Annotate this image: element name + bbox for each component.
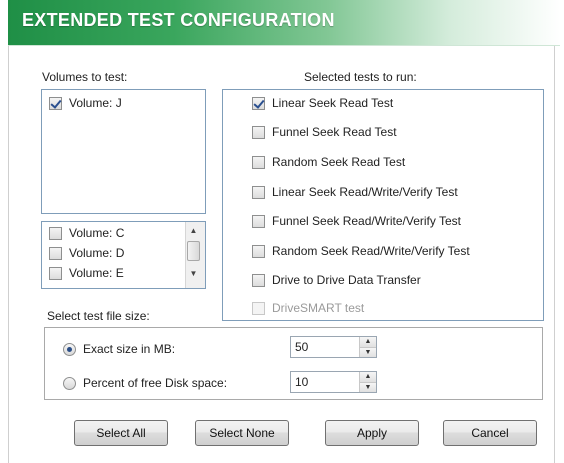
- test-checkbox[interactable]: [252, 214, 265, 228]
- volume-d-label: Volume: D: [69, 246, 125, 260]
- test-label: Random Seek Read Test: [272, 155, 406, 169]
- apply-button[interactable]: Apply: [325, 420, 419, 446]
- percent-value[interactable]: 10: [291, 372, 359, 392]
- exact-size-radio[interactable]: [63, 342, 76, 356]
- dialog-title: EXTENDED TEST CONFIGURATION: [22, 10, 335, 30]
- test-label: DriveSMART test: [272, 301, 365, 315]
- file-size-label: Select test file size:: [47, 309, 150, 323]
- tests-label: Selected tests to run:: [304, 70, 417, 84]
- available-volumes-list[interactable]: Volume: C Volume: D Volume: E ▲ ▼: [41, 221, 206, 289]
- volume-e-label: Volume: E: [69, 266, 124, 280]
- test-checkbox[interactable]: [252, 125, 265, 139]
- test-item[interactable]: Drive to Drive Data Transfer: [252, 273, 421, 287]
- volume-e-checkbox[interactable]: [49, 266, 62, 280]
- test-item[interactable]: Random Seek Read/Write/Verify Test: [252, 244, 470, 258]
- selected-volumes-list[interactable]: Volume: J: [41, 89, 206, 214]
- volume-d-checkbox[interactable]: [49, 246, 62, 260]
- test-item[interactable]: Linear Seek Read Test: [252, 96, 393, 110]
- test-label: Funnel Seek Read/Write/Verify Test: [272, 214, 461, 228]
- frame-right-border: [554, 46, 555, 463]
- test-checkbox-disabled: [252, 301, 265, 315]
- exact-size-label: Exact size in MB:: [83, 342, 176, 356]
- volume-c-checkbox[interactable]: [49, 226, 62, 240]
- test-label: Random Seek Read/Write/Verify Test: [272, 244, 470, 258]
- file-size-group: Exact size in MB: 50 ▲ ▼ Percent of free…: [44, 327, 543, 400]
- volume-c-item[interactable]: Volume: C: [49, 226, 124, 240]
- tests-list[interactable]: Linear Seek Read Test Funnel Seek Read T…: [222, 89, 544, 321]
- percent-option[interactable]: Percent of free Disk space:: [63, 376, 227, 390]
- spin-down-icon[interactable]: ▼: [360, 346, 376, 357]
- select-all-button[interactable]: Select All: [74, 420, 168, 446]
- spin-up-icon[interactable]: ▲: [360, 337, 376, 347]
- spin-down-icon[interactable]: ▼: [360, 381, 376, 392]
- scroll-down-icon[interactable]: ▼: [186, 266, 201, 280]
- test-label: Funnel Seek Read Test: [272, 125, 397, 139]
- test-item[interactable]: Random Seek Read Test: [252, 155, 405, 169]
- volume-d-item[interactable]: Volume: D: [49, 246, 124, 260]
- test-checkbox[interactable]: [252, 96, 265, 110]
- test-item[interactable]: Funnel Seek Read Test: [252, 125, 397, 139]
- percent-stepper[interactable]: 10 ▲ ▼: [290, 371, 377, 393]
- scroll-thumb[interactable]: [187, 241, 200, 261]
- test-checkbox[interactable]: [252, 273, 265, 287]
- test-checkbox[interactable]: [252, 244, 265, 258]
- spin-up-icon[interactable]: ▲: [360, 372, 376, 382]
- volume-j-item[interactable]: Volume: J: [49, 96, 122, 110]
- test-checkbox[interactable]: [252, 155, 265, 169]
- volumes-scrollbar[interactable]: ▲ ▼: [185, 222, 205, 288]
- test-item-disabled: DriveSMART test: [252, 301, 364, 315]
- exact-size-stepper[interactable]: 50 ▲ ▼: [290, 336, 377, 358]
- test-label: Linear Seek Read/Write/Verify Test: [272, 185, 458, 199]
- volumes-label: Volumes to test:: [42, 70, 128, 84]
- test-item[interactable]: Funnel Seek Read/Write/Verify Test: [252, 214, 461, 228]
- exact-size-value[interactable]: 50: [291, 337, 359, 357]
- percent-label: Percent of free Disk space:: [83, 376, 228, 390]
- volume-j-label: Volume: J: [69, 96, 122, 110]
- test-item[interactable]: Linear Seek Read/Write/Verify Test: [252, 185, 458, 199]
- percent-radio[interactable]: [63, 376, 76, 390]
- volume-e-item[interactable]: Volume: E: [49, 266, 124, 280]
- test-label: Drive to Drive Data Transfer: [272, 273, 421, 287]
- scroll-up-icon[interactable]: ▲: [186, 223, 201, 237]
- test-checkbox[interactable]: [252, 185, 265, 199]
- volume-j-checkbox[interactable]: [49, 96, 62, 110]
- select-none-button[interactable]: Select None: [195, 420, 289, 446]
- frame-left-border: [8, 46, 9, 463]
- cancel-button[interactable]: Cancel: [443, 420, 537, 446]
- test-label: Linear Seek Read Test: [272, 96, 394, 110]
- exact-size-option[interactable]: Exact size in MB:: [63, 342, 175, 356]
- volume-c-label: Volume: C: [69, 226, 125, 240]
